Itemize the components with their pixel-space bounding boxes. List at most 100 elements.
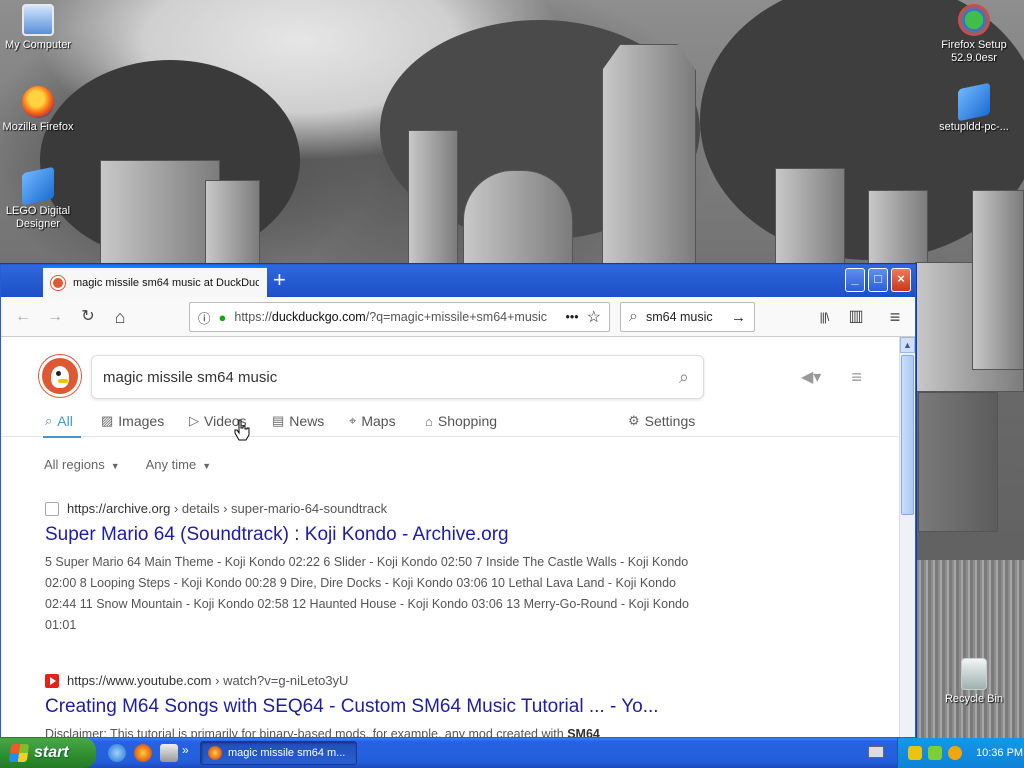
settings-sliders-icon: ⚙: [628, 413, 640, 428]
minimize-button[interactable]: _: [845, 268, 865, 292]
search-bar-text[interactable]: sm64 music: [646, 310, 723, 324]
maximize-button[interactable]: □: [868, 268, 888, 292]
open-menu-button[interactable]: ≡: [883, 305, 907, 329]
wallpaper-obelisk: [602, 44, 696, 264]
page-actions-button[interactable]: •••: [566, 310, 579, 324]
quick-launch: »: [108, 743, 189, 762]
url-bar[interactable]: ⓘ ● https://duckduckgo.com/?q=magic+miss…: [189, 302, 610, 332]
ddg-menu-icon[interactable]: ≡: [851, 367, 862, 388]
desktop-icon-setupldd[interactable]: setupldd-pc-...: [934, 82, 1014, 134]
wallpaper-gravestone: [972, 190, 1024, 370]
taskbar: start » magic missile sm64 m... 10:36 PM: [0, 738, 1024, 768]
browser-tab[interactable]: magic missile sm64 music at DuckDuckGo: [43, 266, 267, 297]
search-icon[interactable]: ⌕: [679, 367, 689, 388]
clock[interactable]: 10:36 PM: [976, 747, 1023, 759]
duckduckgo-logo[interactable]: [39, 355, 81, 397]
tab-images-label: Images: [118, 413, 165, 429]
result-path: › watch?v=g-niLeto3yU: [211, 673, 349, 688]
start-label: start: [34, 744, 69, 761]
vertical-scrollbar[interactable]: ▲: [899, 337, 915, 737]
desktop-icon-firefox[interactable]: Mozilla Firefox: [0, 86, 78, 134]
settings-link[interactable]: ⚙ Settings: [628, 413, 695, 429]
firefox-icon[interactable]: [134, 744, 152, 762]
security-shield-icon[interactable]: [908, 746, 922, 760]
firefox-icon: [208, 746, 222, 760]
duckduckgo-favicon-icon: [51, 275, 65, 290]
wallpaper-gravestone: [918, 392, 998, 532]
quick-launch-more-icon[interactable]: »: [182, 743, 189, 757]
result-title-link[interactable]: Super Mario 64 (Soundtrack) : Koji Kondo…: [45, 524, 705, 546]
result-snippet: 5 Super Mario 64 Main Theme - Koji Kondo…: [45, 555, 689, 632]
close-window-button[interactable]: ×: [891, 268, 911, 292]
desktop-icon-lego[interactable]: LEGO Digital Designer: [0, 166, 78, 231]
search-tray-icon[interactable]: [948, 746, 962, 760]
wallpaper-gravestone: [463, 170, 573, 264]
app-launcher-icon[interactable]: [160, 744, 178, 762]
library-button[interactable]: |||\: [812, 305, 836, 329]
network-icon[interactable]: [928, 746, 942, 760]
duck-beak: [58, 379, 68, 383]
search-bar[interactable]: ⌕ sm64 music →: [620, 302, 755, 332]
region-filter-dropdown[interactable]: All regions ▼: [44, 457, 120, 472]
back-button[interactable]: ←: [11, 305, 35, 329]
search-go-icon[interactable]: →: [731, 309, 746, 326]
system-tray: 10:36 PM: [897, 738, 1024, 768]
desktop-icon-label: LEGO Digital Designer: [5, 205, 71, 230]
megaphone-icon[interactable]: ◀▾: [801, 367, 821, 388]
desktop-icon-label: Recycle Bin: [944, 693, 1004, 705]
home-button[interactable]: ⌂: [108, 305, 132, 329]
windows-logo-icon: [8, 744, 30, 762]
bookmark-star-icon[interactable]: ☆: [587, 307, 601, 327]
url-text[interactable]: https://duckduckgo.com/?q=magic+missile+…: [234, 310, 557, 324]
ddg-search-query[interactable]: magic missile sm64 music: [103, 369, 679, 386]
desktop-icon-recycle-bin[interactable]: Recycle Bin: [934, 658, 1014, 706]
time-filter-dropdown[interactable]: Any time ▼: [146, 457, 212, 472]
scrollbar-thumb[interactable]: [901, 355, 914, 515]
keyboard-layout-icon[interactable]: [868, 746, 884, 758]
desktop-icon-my-computer[interactable]: My Computer: [0, 4, 78, 52]
wallpaper-gravestone: [205, 180, 260, 264]
search-result: https://www.youtube.com › watch?v=g-niLe…: [45, 673, 705, 737]
site-info-icon[interactable]: ⓘ: [198, 308, 211, 327]
tab-images[interactable]: ▨ Images: [101, 413, 164, 429]
new-tab-button[interactable]: +: [273, 269, 286, 291]
desktop-icon-label: My Computer: [4, 39, 72, 51]
desktop-icon-label: Firefox Setup 52.9.0esr: [941, 39, 1007, 64]
firefox-icon: [22, 86, 54, 118]
desktop-icon-firefox-setup[interactable]: Firefox Setup 52.9.0esr: [934, 4, 1014, 65]
ddg-header-tools: ◀▾ ≡: [801, 367, 862, 388]
result-title-link[interactable]: Creating M64 Songs with SEQ64 - Custom S…: [45, 696, 705, 718]
map-pin-icon: ⌖: [349, 413, 357, 428]
scroll-up-icon[interactable]: ▲: [900, 337, 915, 353]
forward-button[interactable]: →: [43, 305, 67, 329]
internet-explorer-icon[interactable]: [108, 744, 126, 762]
wallpaper-gravestone: [408, 130, 458, 264]
tab-all-label: All: [57, 413, 73, 429]
result-source[interactable]: https://archive.org › details › super-ma…: [45, 501, 705, 516]
ddg-search-input[interactable]: magic missile sm64 music ⌕: [91, 355, 704, 399]
tab-maps[interactable]: ⌖ Maps: [349, 413, 396, 429]
tab-all[interactable]: ⌕ All: [45, 413, 73, 429]
shopping-bag-icon: ⌂: [425, 413, 433, 429]
search-filters: All regions ▼ Any time ▼: [44, 457, 211, 472]
taskbar-item-firefox[interactable]: magic missile sm64 m...: [200, 741, 357, 765]
tab-maps-label: Maps: [361, 413, 396, 429]
ddg-vertical-tabs: ⌕ All ▨ Images ▷ Videos ▤ News ⌖ Maps ⌂ …: [1, 403, 899, 438]
tab-news-label: News: [289, 413, 325, 429]
lego-icon: [22, 166, 54, 206]
navigation-toolbar: ← → ↻ ⌂ ⓘ ● https://duckduckgo.com/?q=ma…: [1, 297, 915, 337]
tab-shopping-label: Shopping: [437, 413, 498, 429]
tab-shopping[interactable]: ⌂ Shopping: [425, 413, 497, 429]
result-source[interactable]: https://www.youtube.com › watch?v=g-niLe…: [45, 673, 705, 688]
tab-news[interactable]: ▤ News: [272, 413, 324, 429]
search-icon: ⌕: [629, 308, 638, 325]
sidebar-button[interactable]: ▥: [844, 305, 868, 329]
play-icon: ▷: [189, 413, 199, 428]
taskbar-item-title: magic missile sm64 m...: [228, 747, 346, 759]
start-button[interactable]: start: [0, 738, 96, 768]
tab-title: magic missile sm64 music at DuckDuckGo: [73, 276, 259, 289]
lock-icon: ●: [218, 309, 227, 325]
caret-down-icon: ▼: [202, 461, 212, 471]
my-computer-icon: [22, 4, 54, 36]
reload-button[interactable]: ↻: [76, 305, 100, 329]
